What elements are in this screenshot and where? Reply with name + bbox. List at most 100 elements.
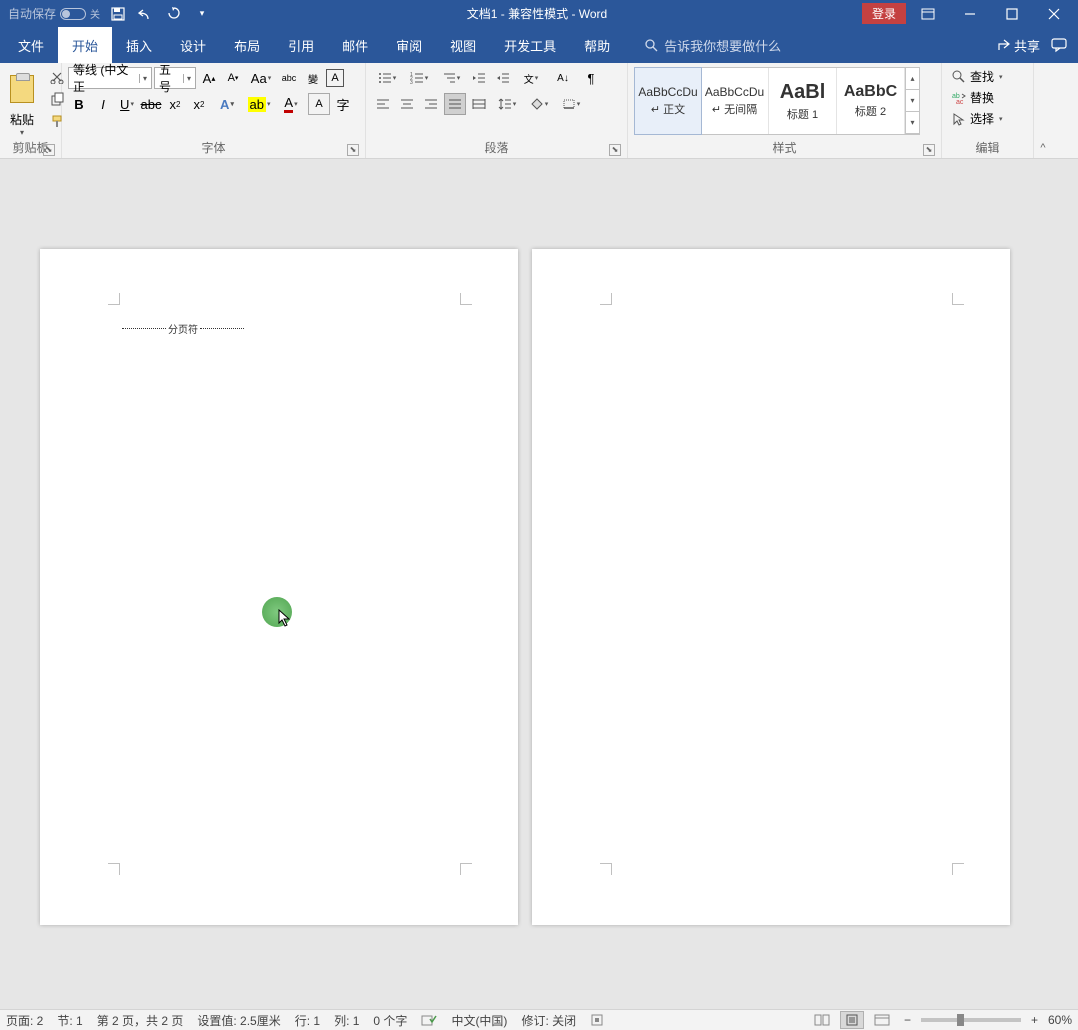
- char-shading-icon[interactable]: A: [308, 93, 330, 115]
- tab-mailings[interactable]: 邮件: [328, 27, 382, 63]
- find-button[interactable]: 查找▾: [948, 67, 1007, 86]
- minimize-icon[interactable]: [950, 0, 990, 27]
- share-button[interactable]: 共享: [996, 36, 1040, 55]
- tab-file[interactable]: 文件: [4, 27, 58, 63]
- paste-button[interactable]: [6, 67, 38, 111]
- view-web-icon[interactable]: [870, 1011, 894, 1029]
- group-editing: 查找▾ abac 替换 选择▾ 编辑: [942, 63, 1034, 158]
- status-column[interactable]: 列: 1: [334, 1012, 359, 1029]
- status-section[interactable]: 节: 1: [57, 1012, 82, 1029]
- qat-customize-icon[interactable]: ▾: [192, 4, 212, 24]
- superscript-icon[interactable]: x2: [188, 93, 210, 115]
- gallery-up-icon[interactable]: ▴: [906, 68, 919, 90]
- status-page-of[interactable]: 第 2 页，共 2 页: [97, 1012, 184, 1029]
- document-area[interactable]: 分页符: [0, 159, 1078, 1009]
- tab-developer[interactable]: 开发工具: [490, 27, 570, 63]
- highlight-icon[interactable]: ab▾: [244, 93, 274, 115]
- view-print-icon[interactable]: [840, 1011, 864, 1029]
- underline-icon[interactable]: U▾: [116, 93, 138, 115]
- shading-icon[interactable]: ▾: [524, 93, 554, 115]
- status-language[interactable]: 中文(中国): [451, 1012, 507, 1029]
- subscript-icon[interactable]: x2: [164, 93, 186, 115]
- status-page[interactable]: 页面: 2: [6, 1012, 43, 1029]
- font-color-icon[interactable]: A▾: [276, 93, 306, 115]
- tab-help[interactable]: 帮助: [570, 27, 624, 63]
- collapse-ribbon-icon[interactable]: ^: [1034, 63, 1052, 158]
- status-macro-icon[interactable]: [590, 1013, 604, 1027]
- tab-design[interactable]: 设计: [166, 27, 220, 63]
- strikethrough-icon[interactable]: abc: [140, 93, 162, 115]
- paste-label[interactable]: 粘贴: [10, 111, 34, 128]
- autosave-toggle[interactable]: 自动保存 关: [8, 5, 100, 22]
- char-border-icon[interactable]: 字: [332, 93, 354, 115]
- status-words[interactable]: 0 个字: [373, 1012, 407, 1029]
- ribbon-display-icon[interactable]: [908, 0, 948, 27]
- bold-icon[interactable]: B: [68, 93, 90, 115]
- status-spell-icon[interactable]: [421, 1013, 437, 1027]
- tab-view[interactable]: 视图: [436, 27, 490, 63]
- redo-icon[interactable]: [164, 4, 184, 24]
- login-button[interactable]: 登录: [862, 3, 906, 24]
- italic-icon[interactable]: I: [92, 93, 114, 115]
- multilevel-list-icon[interactable]: ▾: [436, 67, 466, 89]
- gallery-down-icon[interactable]: ▾: [906, 90, 919, 112]
- page-1[interactable]: 分页符: [40, 249, 518, 925]
- zoom-out-icon[interactable]: −: [900, 1013, 915, 1027]
- tab-insert[interactable]: 插入: [112, 27, 166, 63]
- style-heading1[interactable]: AaBl 标题 1: [769, 68, 837, 134]
- style-normal[interactable]: AaBbCcDu ↵ 正文: [634, 67, 702, 135]
- borders-icon[interactable]: ▾: [556, 93, 586, 115]
- style-no-spacing[interactable]: AaBbCcDu ↵ 无间隔: [701, 68, 769, 134]
- text-effects-icon[interactable]: A▾: [212, 93, 242, 115]
- maximize-icon[interactable]: [992, 0, 1032, 27]
- save-icon[interactable]: [108, 4, 128, 24]
- styles-launcher[interactable]: ⬊: [923, 144, 935, 156]
- phonetic-guide-icon[interactable]: abc: [278, 67, 300, 89]
- line-spacing-icon[interactable]: ▾: [492, 93, 522, 115]
- tab-home[interactable]: 开始: [58, 27, 112, 63]
- gallery-more-icon[interactable]: ▾: [906, 112, 919, 134]
- style-heading2[interactable]: AaBbC 标题 2: [837, 68, 905, 134]
- sort-icon[interactable]: A↓: [548, 67, 578, 89]
- page-2[interactable]: [532, 249, 1010, 925]
- bullets-icon[interactable]: ▾: [372, 67, 402, 89]
- tell-me-search[interactable]: 告诉我你想要做什么: [624, 27, 781, 63]
- tab-references[interactable]: 引用: [274, 27, 328, 63]
- font-launcher[interactable]: ⬊: [347, 144, 359, 156]
- show-marks-icon[interactable]: ¶: [580, 67, 602, 89]
- grow-font-icon[interactable]: A▴: [198, 67, 220, 89]
- tab-layout[interactable]: 布局: [220, 27, 274, 63]
- select-button[interactable]: 选择▾: [948, 109, 1007, 128]
- decrease-indent-icon[interactable]: [468, 67, 490, 89]
- status-position[interactable]: 设置值: 2.5厘米: [197, 1012, 280, 1029]
- numbering-icon[interactable]: 123▾: [404, 67, 434, 89]
- zoom-level[interactable]: 60%: [1048, 1013, 1072, 1027]
- status-track[interactable]: 修订: 关闭: [521, 1012, 576, 1029]
- shrink-font-icon[interactable]: A▾: [222, 67, 244, 89]
- align-right-icon[interactable]: [420, 93, 442, 115]
- increase-indent-icon[interactable]: [492, 67, 514, 89]
- styles-gallery[interactable]: AaBbCcDu ↵ 正文 AaBbCcDu ↵ 无间隔 AaBl 标题 1 A…: [634, 67, 920, 135]
- justify-icon[interactable]: [444, 93, 466, 115]
- clipboard-launcher[interactable]: ⬊: [43, 144, 55, 156]
- clear-format-icon[interactable]: 變: [302, 67, 324, 89]
- change-case-icon[interactable]: Aa▾: [246, 67, 276, 89]
- font-name-combo[interactable]: 等线 (中文正▾: [68, 67, 152, 89]
- zoom-in-icon[interactable]: +: [1027, 1013, 1042, 1027]
- text-direction-icon[interactable]: 文▾: [516, 67, 546, 89]
- replace-button[interactable]: abac 替换: [948, 88, 1007, 107]
- font-size-combo[interactable]: 五号▾: [154, 67, 196, 89]
- paragraph-launcher[interactable]: ⬊: [609, 144, 621, 156]
- status-line[interactable]: 行: 1: [295, 1012, 320, 1029]
- align-center-icon[interactable]: [396, 93, 418, 115]
- view-read-icon[interactable]: [810, 1011, 834, 1029]
- undo-icon[interactable]: [136, 4, 156, 24]
- zoom-slider[interactable]: [921, 1018, 1021, 1022]
- comments-icon[interactable]: [1050, 37, 1068, 53]
- enclose-char-icon[interactable]: A: [326, 69, 344, 87]
- statusbar: 页面: 2 节: 1 第 2 页，共 2 页 设置值: 2.5厘米 行: 1 列…: [0, 1009, 1078, 1030]
- distribute-icon[interactable]: [468, 93, 490, 115]
- tab-review[interactable]: 审阅: [382, 27, 436, 63]
- align-left-icon[interactable]: [372, 93, 394, 115]
- close-icon[interactable]: [1034, 0, 1074, 27]
